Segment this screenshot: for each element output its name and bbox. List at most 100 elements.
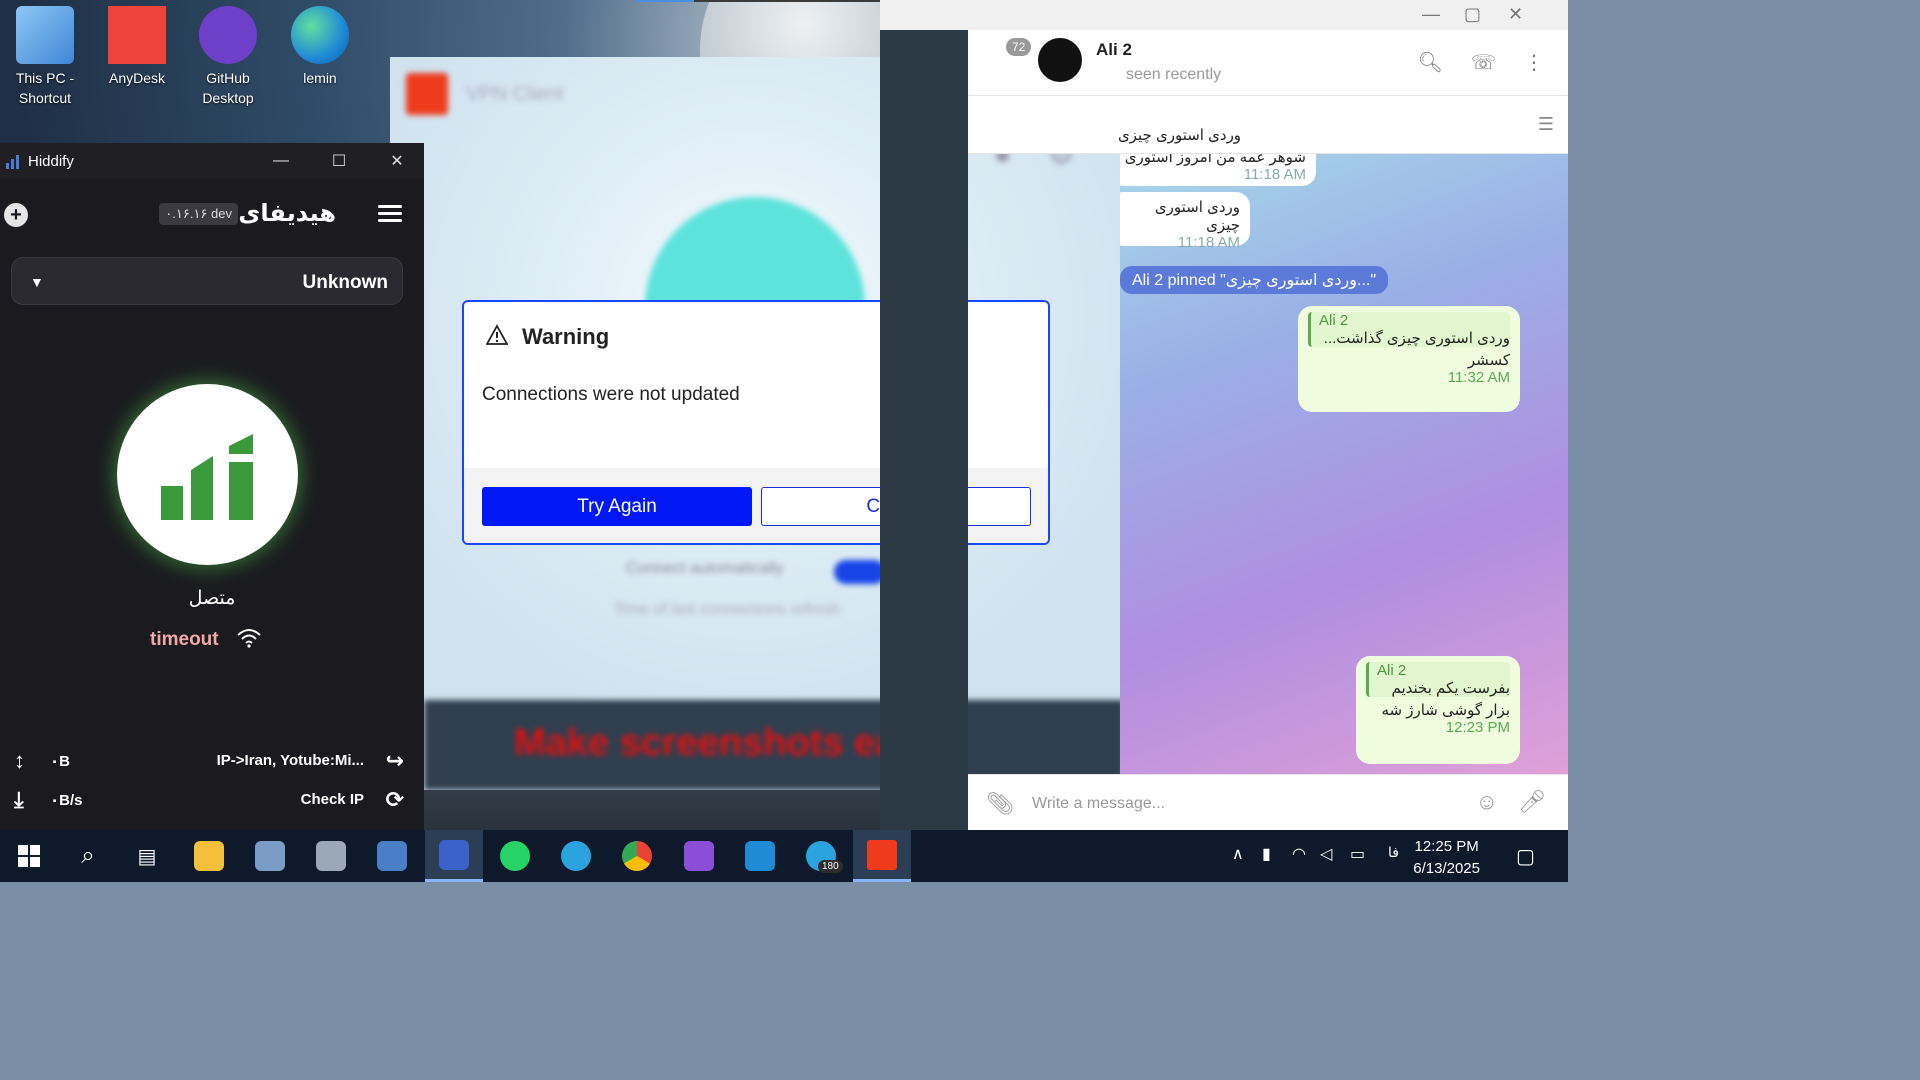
attach-icon[interactable]: 📎︎ [986,791,1014,817]
computer-icon [16,6,74,64]
volume-icon[interactable]: ◁ [1320,844,1332,864]
unread-badge: 72 [1006,38,1032,56]
battery-icon[interactable]: ▭ [1350,844,1365,864]
hiddify-header: + ۰.۱۶.۱۶ dev هیدیفای [0,193,424,233]
start-button[interactable] [0,830,58,882]
more-icon[interactable]: ⋮ [1524,50,1544,75]
maximize-icon[interactable]: ☐ [310,143,368,179]
folder-icon [194,841,224,871]
message-input[interactable]: Write a message... [1032,795,1165,813]
taskbar-vscode[interactable] [731,830,789,882]
phone-icon[interactable]: ☏ [1471,50,1496,75]
outgoing-message[interactable]: Ali 2 بفرست یکم بخندیم بزار گوشی شارژ شه… [1356,656,1520,764]
reply-quote[interactable]: Ali 2 بفرست یکم بخندیم [1366,662,1510,697]
hiddify-logo-icon [6,153,22,169]
taskbar-whatsapp[interactable] [486,830,544,882]
search-icon[interactable]: 🔍︎ [1418,50,1443,75]
microphone-icon[interactable]: 🎤︎ [1518,789,1546,815]
telegram-sidebar [880,30,968,830]
upload-row: ↕ ۰B IP->Iran, Yotube:Mi... ↪ [0,746,424,776]
taskbar-calculator[interactable] [363,830,421,882]
desktop-icon-anydesk[interactable]: AnyDesk [92,0,182,88]
chevron-up-icon[interactable]: ∧ [1232,844,1244,864]
chat-area: شوهر عمه من امروز استوری گذاشته ولی این … [1120,154,1568,774]
language-indicator[interactable]: فا [1388,844,1399,861]
close-icon[interactable]: ✕ [368,143,426,179]
calculator-icon [377,841,407,871]
app-icon [316,841,346,871]
telegram-titlebar: — ▢ ✕ [880,0,1568,30]
banner-text: Make screenshots easy [514,722,939,764]
taskbar: ⌕ ▤ 180 ∧ ▮ ◠ ◁ ▭ فا 12:25 PM 6/13/2025 … [0,830,1568,882]
desktop-icon-this-pc[interactable]: This PC - Shortcut [0,0,90,108]
taskbar-explorer[interactable] [180,830,238,882]
try-again-button[interactable]: Try Again [482,487,752,526]
emoji-icon[interactable]: ☺ [1476,789,1498,815]
download-value: ۰B/s [50,792,83,809]
contact-name[interactable]: Ali 2 [1096,40,1132,60]
desktop-icon-github[interactable]: GitHub Desktop [183,0,273,108]
download-icon: ⤓ [14,787,24,812]
edge-icon [291,6,349,64]
chevron-down-icon: ▼ [30,274,44,290]
desktop-icon-lemin[interactable]: lemin [275,0,365,88]
last-refresh-label: Time of last connections refresh [614,601,841,618]
hiddify-icon [439,839,469,870]
chrome-icon [622,841,652,871]
maximize-icon[interactable]: ▢ [1464,4,1481,25]
task-view-icon[interactable]: ▤ [118,830,176,882]
whatsapp-icon [500,841,530,871]
pin-list-icon[interactable]: ☰ [1538,114,1554,135]
add-profile-button[interactable]: + [4,203,28,227]
connection-status: متصل [188,588,236,609]
taskbar-telegram[interactable] [547,830,605,882]
close-icon[interactable]: ✕ [1508,4,1523,25]
app-title: هیدیفای [238,200,336,227]
taskbar-chrome[interactable] [608,830,666,882]
menu-icon[interactable] [378,205,402,223]
refresh-icon[interactable]: ⟳ [386,787,404,813]
profile-select[interactable]: ▼ Unknown [11,257,403,305]
signal-icon[interactable]: ▮ [1262,844,1271,864]
connect-button[interactable] [117,384,298,565]
windows-icon [18,845,40,867]
vpn-window-title: VPN Client [466,83,564,105]
hiddify-window: Hiddify — ☐ ✕ + ۰.۱۶.۱۶ dev هیدیفای ▼ Un… [0,143,424,830]
reply-quote[interactable]: Ali 2 وردی استوری چیزی گذاشت... [1308,312,1510,347]
minimize-icon[interactable]: — [252,143,310,179]
minimize-icon[interactable]: — [1422,4,1440,25]
taskbar-hiddify[interactable] [425,830,483,882]
telegram-badge: 180 [818,860,843,873]
upload-icon: ↕ [14,748,25,773]
vpn-logo [406,73,448,115]
github-icon [199,6,257,64]
taskbar-visual-studio[interactable] [670,830,728,882]
wifi-icon [237,629,261,648]
search-icon[interactable]: ⌕ [59,830,117,882]
taskbar-vpn-client[interactable] [853,830,911,882]
chat-message[interactable]: وردی استوری چیزی 11:18 AM [1120,192,1250,251]
outgoing-message[interactable]: Ali 2 وردی استوری چیزی گذاشت... کسشر 11:… [1298,306,1520,412]
hiddify-window-title: Hiddify [28,152,74,170]
taskbar-app[interactable] [302,830,360,882]
route-icon[interactable]: ↪ [386,748,404,774]
taskbar-telegram-2[interactable] [792,830,850,882]
auto-connect-toggle[interactable] [834,560,886,584]
route-info[interactable]: IP->Iran, Yotube:Mi... [217,752,364,769]
contact-status: seen recently [1126,66,1222,83]
download-row: ⤓ ۰B/s Check IP ⟳ [0,785,424,815]
pinned-text: وردی استوری چیزی [1118,127,1242,144]
notification-icon[interactable]: ▢ [1516,844,1535,869]
avatar[interactable] [1036,36,1084,84]
telegram-window: — ▢ ✕ 72 Ali 2 seen recently 🔍︎ ☏ ⋮ وردی… [880,0,1568,830]
auto-connect-label: Connect automatically [626,560,784,577]
chat-message[interactable]: شوهر عمه من امروز استوری گذاشته ولی این … [1120,154,1316,186]
ping-status: timeout [150,629,219,650]
check-ip-button[interactable]: Check IP [301,791,364,808]
message-composer: 📎︎ Write a message... ☺ 🎤︎ [968,774,1568,830]
wifi-icon[interactable]: ◠ [1292,844,1306,864]
telegram-icon [561,841,591,871]
taskbar-app[interactable] [241,830,299,882]
pinned-bar[interactable]: وردی استوری چیزی ☰ [968,96,1568,154]
clock[interactable]: 12:25 PM 6/13/2025 [1413,836,1480,880]
